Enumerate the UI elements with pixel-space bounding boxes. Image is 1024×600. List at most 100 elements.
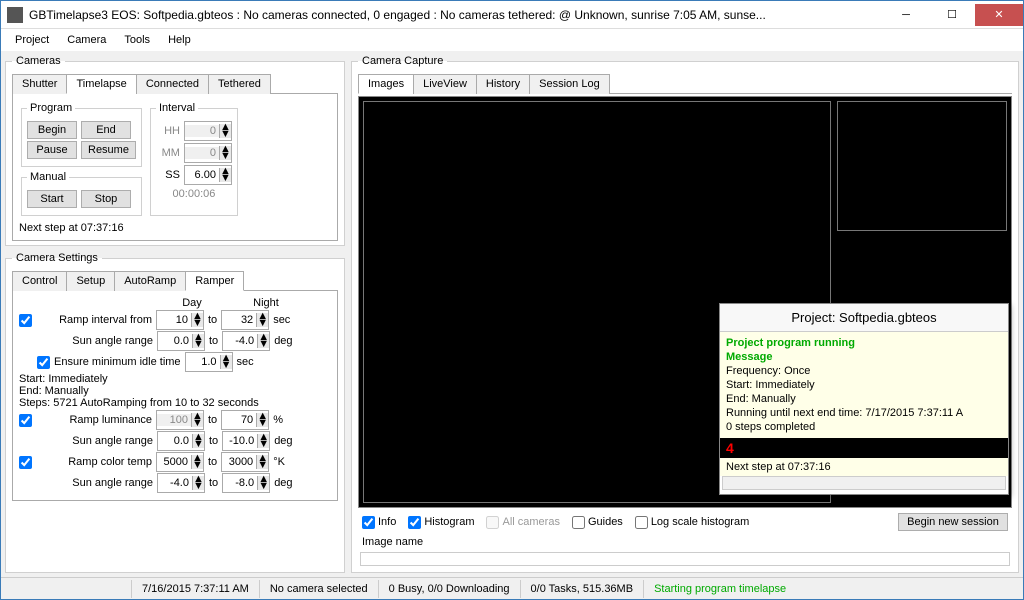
ramp-lum-label: Ramp luminance: [36, 414, 152, 426]
mm-label: MM: [156, 147, 180, 159]
project-popup: Project: Softpedia.gbteos Project progra…: [719, 303, 1009, 495]
tab-connected[interactable]: Connected: [136, 74, 209, 94]
popup-title: Project: Softpedia.gbteos: [720, 304, 1008, 332]
allcameras-check: [486, 516, 499, 529]
ramp-interval-check[interactable]: [19, 314, 32, 327]
camera-settings-legend: Camera Settings: [12, 252, 102, 264]
popup-running: Project program running: [726, 336, 1002, 350]
ensure-idle-check[interactable]: [37, 356, 50, 369]
tab-autoramp[interactable]: AutoRamp: [114, 271, 186, 291]
tab-images[interactable]: Images: [358, 74, 414, 94]
info-check[interactable]: [362, 516, 375, 529]
end-button[interactable]: End: [81, 121, 131, 139]
ramp-interval-night-spin[interactable]: ▲▼: [221, 310, 269, 330]
interval-group: Interval HH▲▼ MM▲▼ SS▲▼ 00:00:06: [150, 102, 238, 216]
ct-sun-day-spin[interactable]: ▲▼: [157, 473, 205, 493]
tab-tethered[interactable]: Tethered: [208, 74, 271, 94]
lum-sun-day-spin[interactable]: ▲▼: [157, 431, 205, 451]
tab-liveview[interactable]: LiveView: [413, 74, 477, 94]
program-group: Program BeginEnd PauseResume: [21, 102, 142, 167]
tab-history[interactable]: History: [476, 74, 530, 94]
sun-angle-label-1: Sun angle range: [37, 335, 153, 347]
hdr-day: Day: [167, 297, 217, 309]
tab-control[interactable]: Control: [12, 271, 67, 291]
menubar: Project Camera Tools Help: [1, 29, 1023, 51]
manual-stop-button[interactable]: Stop: [81, 190, 131, 208]
preview-side: [837, 101, 1007, 231]
ramp-ct-label: Ramp color temp: [36, 456, 152, 468]
capture-scrollbar[interactable]: [360, 552, 1010, 566]
program-legend: Program: [27, 102, 75, 114]
status-action: Starting program timelapse: [643, 580, 796, 598]
app-icon: [7, 7, 23, 23]
ramp-ct-check[interactable]: [19, 456, 32, 469]
steps-line: Steps: 5721 AutoRamping from 10 to 32 se…: [19, 397, 331, 409]
next-step-label: Next step at 07:37:16: [19, 222, 331, 234]
image-name-label: Image name: [358, 534, 1012, 550]
ramp-lum-check[interactable]: [19, 414, 32, 427]
begin-session-button[interactable]: Begin new session: [898, 513, 1008, 531]
tab-shutter[interactable]: Shutter: [12, 74, 67, 94]
window-title: GBTimelapse3 EOS: Softpedia.gbteos : No …: [29, 8, 883, 22]
tab-timelapse[interactable]: Timelapse: [66, 74, 136, 94]
ss-label: SS: [156, 169, 180, 181]
sun-angle-label-2: Sun angle range: [37, 435, 153, 447]
cameras-legend: Cameras: [12, 55, 65, 67]
mm-spinner[interactable]: ▲▼: [184, 143, 232, 163]
logscale-check[interactable]: [635, 516, 648, 529]
titlebar: GBTimelapse3 EOS: Softpedia.gbteos : No …: [1, 1, 1023, 29]
begin-button[interactable]: Begin: [27, 121, 77, 139]
menu-camera[interactable]: Camera: [59, 31, 114, 49]
ramp-lum-day-spin[interactable]: ▲▼: [156, 410, 204, 430]
popup-end: End: Manually: [726, 392, 1002, 406]
hdr-night: Night: [241, 297, 291, 309]
ramp-ct-day-spin[interactable]: ▲▼: [156, 452, 204, 472]
close-button[interactable]: ✕: [975, 4, 1023, 26]
maximize-button[interactable]: ☐: [929, 4, 975, 26]
start-line: Start: Immediately: [19, 373, 331, 385]
manual-legend: Manual: [27, 171, 69, 183]
camera-settings-group: Camera Settings Control Setup AutoRamp R…: [5, 252, 345, 573]
histogram-check[interactable]: [408, 516, 421, 529]
hh-spinner[interactable]: ▲▼: [184, 121, 232, 141]
ensure-idle-label: Ensure minimum idle time: [54, 356, 181, 368]
popup-countdown: 4: [720, 438, 1008, 458]
popup-until: Running until next end time: 7/17/2015 7…: [726, 406, 1002, 420]
end-line: End: Manually: [19, 385, 331, 397]
status-tasks: 0/0 Tasks, 515.36MB: [520, 580, 644, 598]
sun-angle-label-3: Sun angle range: [37, 477, 153, 489]
interval-readout: 00:00:06: [156, 188, 232, 200]
menu-project[interactable]: Project: [7, 31, 57, 49]
manual-group: Manual StartStop: [21, 171, 142, 216]
tab-sessionlog[interactable]: Session Log: [529, 74, 610, 94]
ensure-idle-spin[interactable]: ▲▼: [185, 352, 233, 372]
guides-check[interactable]: [572, 516, 585, 529]
statusbar: 7/16/2015 7:37:11 AM No camera selected …: [1, 577, 1023, 599]
tab-setup[interactable]: Setup: [66, 271, 115, 291]
status-time: 7/16/2015 7:37:11 AM: [131, 580, 259, 598]
status-busy: 0 Busy, 0/0 Downloading: [378, 580, 520, 598]
lum-sun-night-spin[interactable]: ▲▼: [222, 431, 270, 451]
popup-message: Message: [726, 350, 1002, 364]
popup-steps: 0 steps completed: [726, 420, 1002, 434]
cameras-group: Cameras Shutter Timelapse Connected Teth…: [5, 55, 345, 246]
ramp-lum-night-spin[interactable]: ▲▼: [221, 410, 269, 430]
resume-button[interactable]: Resume: [81, 141, 136, 159]
sun-angle-day-1[interactable]: ▲▼: [157, 331, 205, 351]
ct-sun-night-spin[interactable]: ▲▼: [222, 473, 270, 493]
popup-nextstep: Next step at 07:37:16: [720, 458, 1008, 476]
ramp-interval-day-spin[interactable]: ▲▼: [156, 310, 204, 330]
ramp-ct-night-spin[interactable]: ▲▼: [221, 452, 269, 472]
pause-button[interactable]: Pause: [27, 141, 77, 159]
menu-help[interactable]: Help: [160, 31, 199, 49]
ss-spinner[interactable]: ▲▼: [184, 165, 232, 185]
menu-tools[interactable]: Tools: [116, 31, 158, 49]
popup-start: Start: Immediately: [726, 378, 1002, 392]
popup-progress: [722, 476, 1006, 490]
minimize-button[interactable]: ─: [883, 4, 929, 26]
sun-angle-night-1[interactable]: ▲▼: [222, 331, 270, 351]
hh-label: HH: [156, 125, 180, 137]
tab-ramper[interactable]: Ramper: [185, 271, 244, 291]
status-camera: No camera selected: [259, 580, 378, 598]
manual-start-button[interactable]: Start: [27, 190, 77, 208]
